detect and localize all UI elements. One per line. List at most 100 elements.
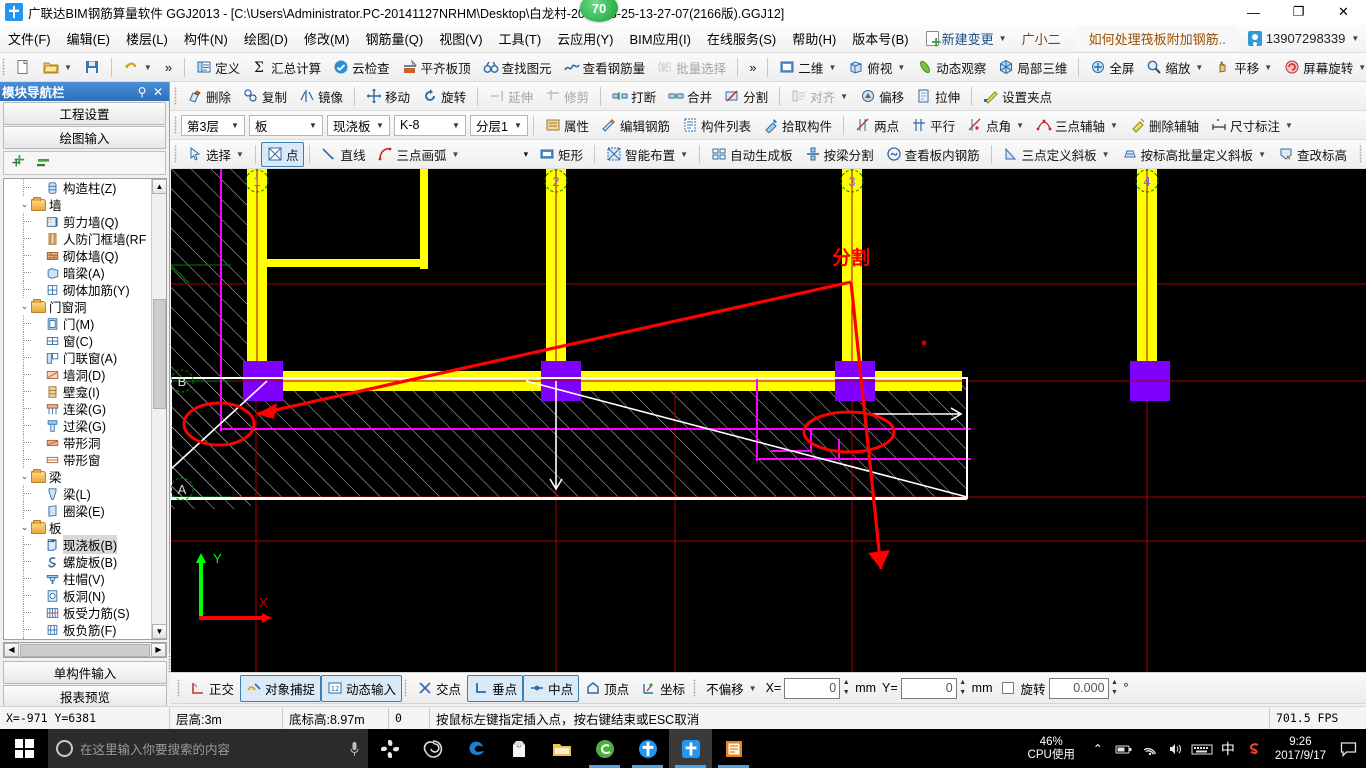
zoom-button[interactable]: 缩放 ▼ (1140, 55, 1209, 80)
tree-item[interactable]: 墙洞(D) (4, 366, 152, 383)
menu-version[interactable]: 版本号(B) (844, 25, 916, 52)
vertex-snap-toggle[interactable]: 顶点 (579, 675, 635, 702)
menu-view[interactable]: 视图(V) (431, 25, 490, 52)
tree-item[interactable]: 砌体墙(Q) (4, 247, 152, 264)
y-offset-input[interactable]: 0 (900, 677, 957, 699)
intersection-snap-toggle[interactable]: 交点 (411, 675, 467, 702)
rotate-button[interactable]: 旋转 (416, 84, 472, 109)
keyboard-icon[interactable] (1189, 729, 1215, 768)
notepad-editor-icon[interactable] (712, 729, 755, 768)
tree-vertical-scrollbar[interactable]: ▲ ▼ (151, 179, 166, 639)
dimension-button[interactable]: 尺寸标注 ▼ (1205, 113, 1299, 138)
tree-item[interactable]: ⌄ 墙 (4, 196, 152, 213)
add-node-icon[interactable] (12, 155, 28, 171)
local-3d-button[interactable]: 局部三维 (992, 55, 1073, 80)
view-rebar-qty-button[interactable]: 查看钢筋量 (558, 55, 652, 80)
scroll-left-arrow[interactable]: ◀ (4, 643, 19, 657)
save-file-button[interactable] (78, 56, 106, 78)
batch-slope-by-elevation-button[interactable]: 按标高批量定义斜板 ▼ (1116, 142, 1272, 167)
menu-tools[interactable]: 工具(T) (491, 25, 550, 52)
pin-icon[interactable]: ⚲ (134, 85, 150, 99)
check-edit-elevation-button[interactable]: 查改标高 (1272, 142, 1353, 167)
extend-button[interactable]: 延伸 (483, 84, 539, 109)
undo-button[interactable]: ▼ (117, 56, 158, 78)
screen-rotate-button[interactable]: 屏幕旋转 ▼ (1278, 55, 1366, 80)
menu-cloud-app[interactable]: 云应用(Y) (549, 25, 621, 52)
x-offset-stepper[interactable]: ▲ ▼ (840, 678, 852, 699)
new-file-button[interactable] (9, 56, 37, 78)
edit-rebar-button[interactable]: 编辑钢筋 (595, 113, 676, 138)
ime-chinese-icon[interactable]: 中 (1215, 729, 1241, 768)
sum-calc-button[interactable]: Σ 汇总计算 (246, 55, 327, 80)
ggj-app-icon[interactable] (669, 729, 712, 768)
delete-button[interactable]: 删除 (181, 84, 237, 109)
dynamic-input-toggle[interactable]: 12 动态输入 (321, 674, 403, 702)
maximize-restore-button[interactable]: ❐ (1276, 0, 1321, 24)
y-offset-stepper[interactable]: ▲ ▼ (957, 678, 969, 699)
toolbar1-overflow-2[interactable]: » (743, 57, 762, 78)
snapbar-grip-2[interactable] (404, 679, 408, 697)
taskbar-clock[interactable]: 9:26 2017/9/17 (1267, 735, 1334, 763)
toolbar-grip[interactable] (2, 58, 5, 76)
two-point-axis-button[interactable]: 两点 (849, 113, 905, 138)
delete-aux-axis-button[interactable]: 删除辅轴 (1124, 113, 1205, 138)
copy-button[interactable]: 复制 (237, 84, 293, 109)
split-by-beam-button[interactable]: 按梁分割 (799, 142, 880, 167)
close-icon[interactable]: ✕ (150, 85, 166, 99)
component-name-selector[interactable]: K-8 ▼ (394, 114, 466, 136)
offset-button[interactable]: 偏移 (854, 84, 910, 109)
component-tree[interactable]: 端柱(Z)构造柱(Z)⌄墙剪力墙(Q)人防门框墙(RF砌体墙(Q)暗梁(A)砌体… (3, 178, 167, 640)
three-point-aux-axis-button[interactable]: 三点辅轴 ▼ (1030, 113, 1124, 138)
volume-icon[interactable] (1163, 729, 1189, 768)
rotate-input[interactable]: 0.000 (1048, 677, 1109, 699)
two-d-view-button[interactable]: 二维 ▼ (773, 55, 842, 80)
promo-link[interactable]: 如何处理筏板附加钢筋.. (1076, 25, 1238, 51)
view-slab-rebar-button[interactable]: 查看板内钢筋 (880, 142, 986, 167)
parallel-axis-button[interactable]: 平行 (905, 113, 961, 138)
menu-component[interactable]: 构件(N) (176, 25, 236, 52)
point-angle-button[interactable]: 点角 ▼ (961, 113, 1030, 138)
chevron-down-icon[interactable]: ⌄ (18, 199, 31, 210)
merge-button[interactable]: 合并 (662, 84, 718, 109)
align-slab-top-button[interactable]: 平齐板顶 (396, 55, 477, 80)
rotate-stepper[interactable]: ▲ ▼ (1109, 678, 1121, 699)
menu-edit[interactable]: 编辑(E) (59, 25, 118, 52)
scrollbar-thumb[interactable] (153, 299, 166, 409)
menu-draw[interactable]: 绘图(D) (236, 25, 296, 52)
remove-node-icon[interactable] (36, 155, 52, 171)
tree-item[interactable]: ⌄ 门窗洞 (4, 298, 152, 315)
single-component-input-button[interactable]: 单构件输入 (3, 661, 167, 684)
tree-item[interactable]: 螺旋板(B) (4, 553, 152, 570)
tree-item[interactable]: 暗梁(A) (4, 264, 152, 281)
layer-selector[interactable]: 分层1 ▼ (470, 114, 528, 136)
account-phone[interactable]: 13907298339 ▼ (1247, 30, 1359, 46)
define-button[interactable]: 定义 (190, 55, 246, 80)
toolbar-grip[interactable] (174, 116, 177, 134)
tree-item[interactable]: 砌体加筋(Y) (4, 281, 152, 298)
chevron-up-icon[interactable]: ⌃ (1085, 729, 1111, 768)
toolbar1-overflow[interactable]: » (158, 59, 179, 76)
set-grip-button[interactable]: 设置夹点 (977, 84, 1058, 109)
tree-item[interactable]: 楼层板带(H) (4, 638, 152, 639)
midpoint-snap-toggle[interactable]: 中点 (523, 674, 580, 702)
chevron-down-icon[interactable]: ⌄ (18, 301, 31, 312)
batch-select-button[interactable]: 批量选择 (651, 55, 732, 80)
tree-item[interactable]: 柱帽(V) (4, 570, 152, 587)
category-selector[interactable]: 板 ▼ (249, 114, 323, 136)
wifi-icon[interactable] (1137, 729, 1163, 768)
tree-item[interactable]: 带形窗 (4, 451, 152, 468)
top-view-button[interactable]: 俯视 ▼ (842, 55, 911, 80)
rectangle-tool-button[interactable]: 矩形 (533, 142, 589, 167)
scroll-down-arrow[interactable]: ▼ (152, 624, 166, 639)
menu-rebar-qty[interactable]: 钢筋量(Q) (357, 25, 431, 52)
scroll-up-arrow[interactable]: ▲ (152, 179, 166, 194)
sogou-ime-icon[interactable] (1241, 729, 1267, 768)
find-element-button[interactable]: 查找图元 (477, 55, 558, 80)
microsoft-store-icon[interactable] (497, 729, 540, 768)
stretch-button[interactable]: 拉伸 (910, 84, 966, 109)
project-settings-button[interactable]: 工程设置 (3, 102, 166, 125)
taskbar-search[interactable]: 在这里输入你要搜索的内容 (48, 729, 368, 768)
align-button[interactable]: 对齐 ▼ (785, 84, 854, 109)
tree-item[interactable]: ⌄ 梁 (4, 468, 152, 485)
fullscreen-button[interactable]: 全屏 (1084, 55, 1140, 80)
